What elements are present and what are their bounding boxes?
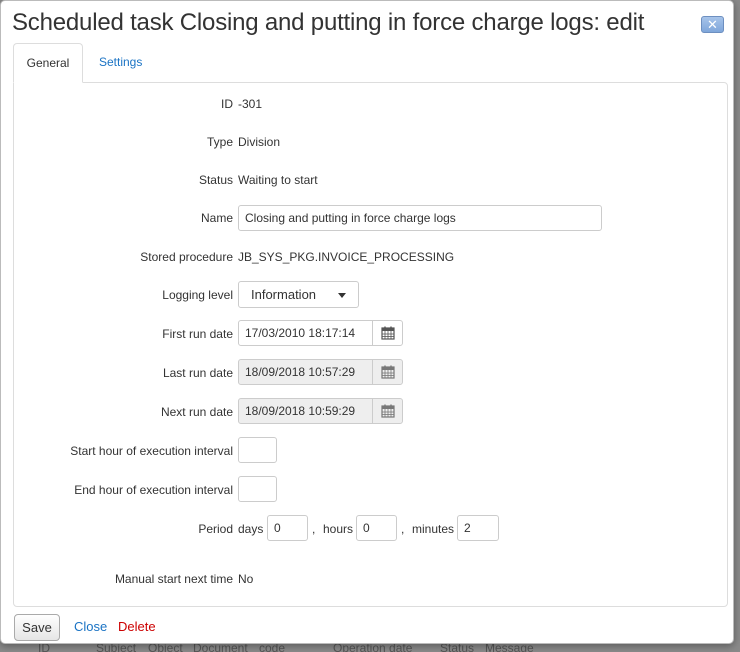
- status-value: Waiting to start: [238, 173, 318, 187]
- period-separator-1: ,: [312, 522, 316, 536]
- tab-general[interactable]: General: [13, 43, 83, 83]
- manual-start-label: Manual start next time: [114, 572, 233, 586]
- chevron-down-icon: [338, 293, 346, 298]
- id-value: -301: [238, 97, 263, 111]
- close-link[interactable]: Close: [74, 614, 107, 641]
- row-first-run-date: First run date 17/03/2010 18:17:14: [14, 320, 729, 348]
- period-minutes-input[interactable]: 2: [457, 515, 499, 541]
- period-minutes-label: minutes: [412, 522, 455, 536]
- calendar-icon: [381, 365, 395, 379]
- next-run-date-group: 18/09/2018 10:59:29: [238, 398, 403, 425]
- row-manual-start: Manual start next time No: [14, 565, 729, 593]
- id-label: ID: [221, 97, 233, 111]
- row-status: Status Waiting to start: [14, 166, 729, 194]
- row-start-hour: Start hour of execution interval: [14, 437, 729, 465]
- row-id: ID -301: [14, 90, 729, 118]
- stored-procedure-label: Stored procedure: [140, 250, 233, 264]
- tab-settings[interactable]: Settings: [85, 43, 156, 83]
- last-run-date-label: Last run date: [162, 366, 233, 380]
- row-name: Name Closing and putting in force charge…: [14, 204, 729, 232]
- row-period: Period days 0 , hours 0 , minutes 2: [14, 515, 729, 543]
- name-input[interactable]: Closing and putting in force charge logs: [238, 205, 602, 231]
- end-hour-label: End hour of execution interval: [74, 483, 233, 497]
- first-run-date-label: First run date: [162, 327, 233, 341]
- period-hours-input[interactable]: 0: [356, 515, 397, 541]
- first-run-date-group: 17/03/2010 18:17:14: [238, 320, 403, 347]
- row-type: Type Division: [14, 128, 729, 156]
- delete-link[interactable]: Delete: [118, 614, 156, 641]
- general-panel: ID -301 Type Division Status Waiting to …: [13, 82, 728, 607]
- period-label: Period: [198, 522, 233, 536]
- next-run-date-input: 18/09/2018 10:59:29: [238, 398, 373, 424]
- status-label: Status: [198, 173, 233, 187]
- calendar-icon: [381, 326, 395, 340]
- row-end-hour: End hour of execution interval: [14, 476, 729, 504]
- row-last-run-date: Last run date 18/09/2018 10:57:29: [14, 359, 729, 387]
- row-next-run-date: Next run date 18/09/2018 10:59:29: [14, 398, 729, 426]
- type-label: Type: [206, 135, 233, 149]
- next-run-date-label: Next run date: [160, 405, 233, 419]
- logging-level-value: Information: [251, 287, 317, 302]
- manual-start-value: No: [238, 572, 254, 586]
- period-separator-2: ,: [401, 522, 405, 536]
- edit-dialog: Scheduled task Closing and putting in fo…: [0, 0, 734, 644]
- calendar-icon: [381, 404, 395, 418]
- save-button[interactable]: Save: [14, 614, 60, 641]
- last-run-date-input: 18/09/2018 10:57:29: [238, 359, 373, 385]
- last-run-date-calendar-button: [372, 359, 403, 385]
- period-hours-label: hours: [323, 522, 354, 536]
- start-hour-label: Start hour of execution interval: [70, 444, 233, 458]
- end-hour-input[interactable]: [238, 476, 277, 502]
- name-label: Name: [200, 211, 233, 225]
- logging-level-select[interactable]: Information: [238, 281, 359, 308]
- dialog-title: Scheduled task Closing and putting in fo…: [12, 9, 645, 36]
- type-value: Division: [238, 135, 281, 149]
- row-stored-procedure: Stored procedure JB_SYS_PKG.INVOICE_PROC…: [14, 243, 729, 271]
- row-logging-level: Logging level Information: [14, 281, 729, 309]
- start-hour-input[interactable]: [238, 437, 277, 463]
- stored-procedure-value: JB_SYS_PKG.INVOICE_PROCESSING: [238, 250, 455, 264]
- period-days-label: days: [238, 522, 264, 536]
- next-run-date-calendar-button: [372, 398, 403, 424]
- first-run-date-calendar-button[interactable]: [372, 320, 403, 346]
- period-days-input[interactable]: 0: [267, 515, 308, 541]
- logging-level-label: Logging level: [162, 288, 233, 302]
- last-run-date-group: 18/09/2018 10:57:29: [238, 359, 403, 386]
- first-run-date-input[interactable]: 17/03/2010 18:17:14: [238, 320, 373, 346]
- dialog-close-icon[interactable]: ✕: [701, 16, 724, 33]
